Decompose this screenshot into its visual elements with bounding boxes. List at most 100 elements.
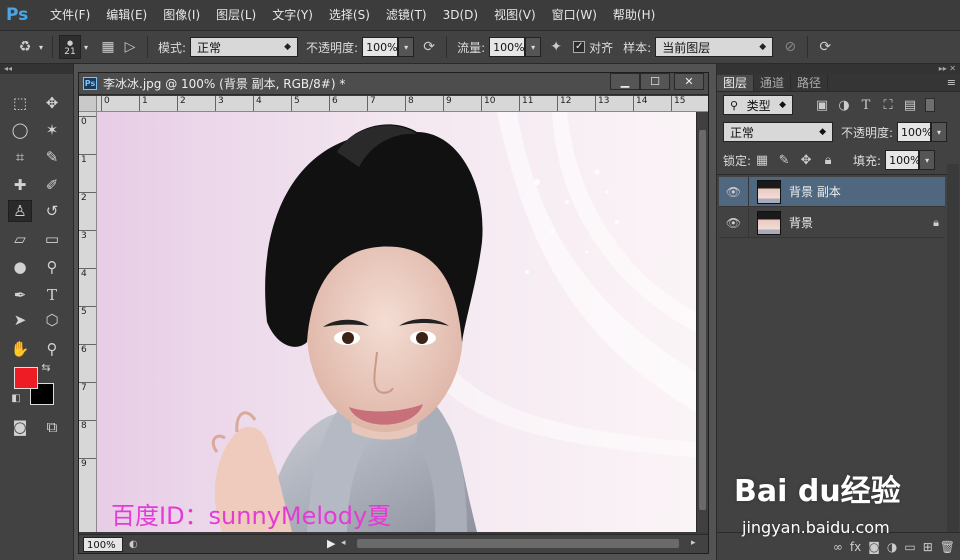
panel-collapse-icon[interactable]: ▸▸ ✕: [717, 64, 960, 74]
flow-input[interactable]: 100%: [489, 37, 526, 57]
filter-type-icon[interactable]: T: [855, 95, 877, 115]
filter-adjustment-icon[interactable]: ◑: [833, 95, 855, 115]
filter-kind-select[interactable]: ⚲ 类型 ◆: [723, 95, 793, 115]
eyedropper-tool-icon[interactable]: ✎: [40, 146, 64, 168]
pressure-opacity-icon[interactable]: ⟳: [418, 36, 440, 58]
sample-select[interactable]: 当前图层 ◆: [655, 37, 774, 57]
menu-filter[interactable]: 滤镜(T): [378, 0, 435, 30]
minimize-button[interactable]: ▁: [610, 73, 640, 90]
layers-scrollbar[interactable]: [947, 164, 959, 538]
layer-style-icon[interactable]: fx: [850, 540, 861, 554]
zoom-tool-icon[interactable]: ⚲: [40, 338, 64, 360]
menu-3d[interactable]: 3D(D): [435, 0, 486, 30]
pen-tool-icon[interactable]: ✒: [8, 284, 32, 306]
opacity-input[interactable]: 100%: [362, 37, 399, 57]
menu-file[interactable]: 文件(F): [42, 0, 98, 30]
layer-row-background[interactable]: 👁︎ 背景 🔒︎: [719, 207, 945, 238]
scroll-right-arrow-icon[interactable]: ▸: [691, 538, 696, 548]
path-selection-tool-icon[interactable]: ➤: [8, 309, 32, 331]
lock-position-icon[interactable]: ✥: [795, 150, 817, 170]
layer-row-background-copy[interactable]: 👁︎ 背景 副本: [719, 176, 945, 207]
status-info-icon[interactable]: ◐: [129, 539, 138, 550]
menu-view[interactable]: 视图(V): [486, 0, 544, 30]
swap-colors-icon[interactable]: ⇆: [38, 360, 54, 374]
filter-smart-object-icon[interactable]: ▤: [899, 95, 921, 115]
lasso-tool-icon[interactable]: ◯: [8, 119, 32, 141]
lock-all-icon[interactable]: 🔒︎: [817, 150, 839, 170]
gradient-tool-icon[interactable]: ▭: [40, 228, 64, 250]
lock-transparent-icon[interactable]: ▦: [751, 150, 773, 170]
ruler-origin[interactable]: [79, 96, 97, 112]
foreground-color-swatch[interactable]: [14, 367, 38, 389]
quick-mask-icon[interactable]: ◙: [8, 416, 32, 438]
screen-mode-icon[interactable]: ⧉: [40, 416, 64, 438]
marquee-tool-icon[interactable]: ⬚: [8, 92, 32, 114]
blend-mode-select[interactable]: 正常 ◆: [723, 122, 833, 142]
brush-dropdown-icon[interactable]: ▾: [81, 37, 91, 57]
menu-edit[interactable]: 编辑(E): [98, 0, 155, 30]
clone-stamp-preset-icon[interactable]: ♻: [14, 36, 36, 58]
visibility-eye-icon[interactable]: 👁︎: [719, 176, 749, 207]
filter-pixel-icon[interactable]: ▣: [811, 95, 833, 115]
new-group-icon[interactable]: ▭: [904, 540, 915, 554]
brush-panel-icon[interactable]: ▦: [97, 36, 119, 58]
adjustment-layer-icon[interactable]: ◑: [887, 540, 897, 554]
vertical-scrollbar[interactable]: [696, 112, 708, 532]
scroll-left-arrow-icon[interactable]: ◂: [341, 538, 346, 548]
history-brush-tool-icon[interactable]: ↺: [40, 200, 64, 222]
hand-tool-icon[interactable]: ✋: [8, 338, 32, 360]
preset-dropdown-icon[interactable]: ▾: [36, 37, 46, 57]
layer-opacity-input[interactable]: 100%: [897, 122, 933, 142]
opacity-dropdown-icon[interactable]: ▾: [398, 37, 415, 57]
new-layer-icon[interactable]: ⊞: [923, 540, 933, 554]
menu-help[interactable]: 帮助(H): [605, 0, 663, 30]
crop-tool-icon[interactable]: ⌗: [8, 146, 32, 168]
close-button[interactable]: ✕: [674, 73, 704, 90]
portrait-image[interactable]: [97, 112, 696, 532]
tab-channels[interactable]: 通道: [754, 75, 792, 91]
menu-select[interactable]: 选择(S): [321, 0, 378, 30]
status-menu-arrow-icon[interactable]: ▶: [327, 537, 335, 550]
link-layers-icon[interactable]: ∞: [833, 540, 843, 554]
healing-brush-tool-icon[interactable]: ✚: [8, 174, 32, 196]
clone-stamp-tool-icon[interactable]: ♙: [8, 200, 32, 222]
fill-dropdown-icon[interactable]: ▾: [919, 150, 936, 170]
eraser-tool-icon[interactable]: ▱: [8, 228, 32, 250]
blur-tool-icon[interactable]: ●: [8, 256, 32, 278]
default-colors-icon[interactable]: ◧: [8, 391, 24, 405]
lock-pixels-icon[interactable]: ✎: [773, 150, 795, 170]
menu-layer[interactable]: 图层(L): [208, 0, 264, 30]
layer-opacity-dropdown-icon[interactable]: ▾: [931, 122, 948, 142]
dodge-tool-icon[interactable]: ⚲: [40, 256, 64, 278]
visibility-eye-icon[interactable]: 👁︎: [719, 207, 749, 238]
filter-shape-icon[interactable]: ⛶: [877, 95, 899, 115]
flow-dropdown-icon[interactable]: ▾: [525, 37, 542, 57]
tab-layers[interactable]: 图层: [717, 75, 755, 91]
fill-input[interactable]: 100%: [885, 150, 921, 170]
add-mask-icon[interactable]: ◙: [868, 540, 880, 554]
panel-menu-icon[interactable]: ≡: [947, 76, 956, 89]
horizontal-scroll-thumb[interactable]: [357, 539, 679, 548]
airbrush-icon[interactable]: ✦: [545, 36, 567, 58]
horizontal-ruler[interactable]: 0 1 2 3 4 5 6 7 8 9 10 11 12 13 14 15: [97, 96, 708, 112]
shape-tool-icon[interactable]: ⬡: [40, 309, 64, 331]
vertical-scroll-thumb[interactable]: [699, 130, 706, 510]
brush-size-picker[interactable]: ● 21: [59, 35, 81, 59]
menu-image[interactable]: 图像(I): [155, 0, 208, 30]
pressure-size-icon[interactable]: ⟳: [814, 36, 836, 58]
maximize-button[interactable]: ☐: [640, 73, 670, 90]
mode-select[interactable]: 正常 ◆: [190, 37, 299, 57]
menu-type[interactable]: 文字(Y): [264, 0, 321, 30]
canvas-area[interactable]: 百度ID：sunnyMelody夏: [97, 112, 696, 532]
ignore-adjustment-icon[interactable]: ⊘: [779, 36, 801, 58]
vertical-ruler[interactable]: 0 1 2 3 4 5 6 7 8 9: [79, 112, 97, 532]
delete-layer-icon[interactable]: 🗑︎: [940, 540, 955, 554]
tab-paths[interactable]: 路径: [791, 75, 829, 91]
panel-collapse-icon[interactable]: ◂◂: [0, 64, 73, 74]
clone-source-icon[interactable]: ▷: [119, 36, 141, 58]
move-tool-icon[interactable]: ✥: [40, 92, 64, 114]
magic-wand-tool-icon[interactable]: ✶: [40, 119, 64, 141]
menu-window[interactable]: 窗口(W): [544, 0, 605, 30]
zoom-input[interactable]: 100%: [83, 536, 123, 552]
brush-tool-icon[interactable]: ✐: [40, 174, 64, 196]
